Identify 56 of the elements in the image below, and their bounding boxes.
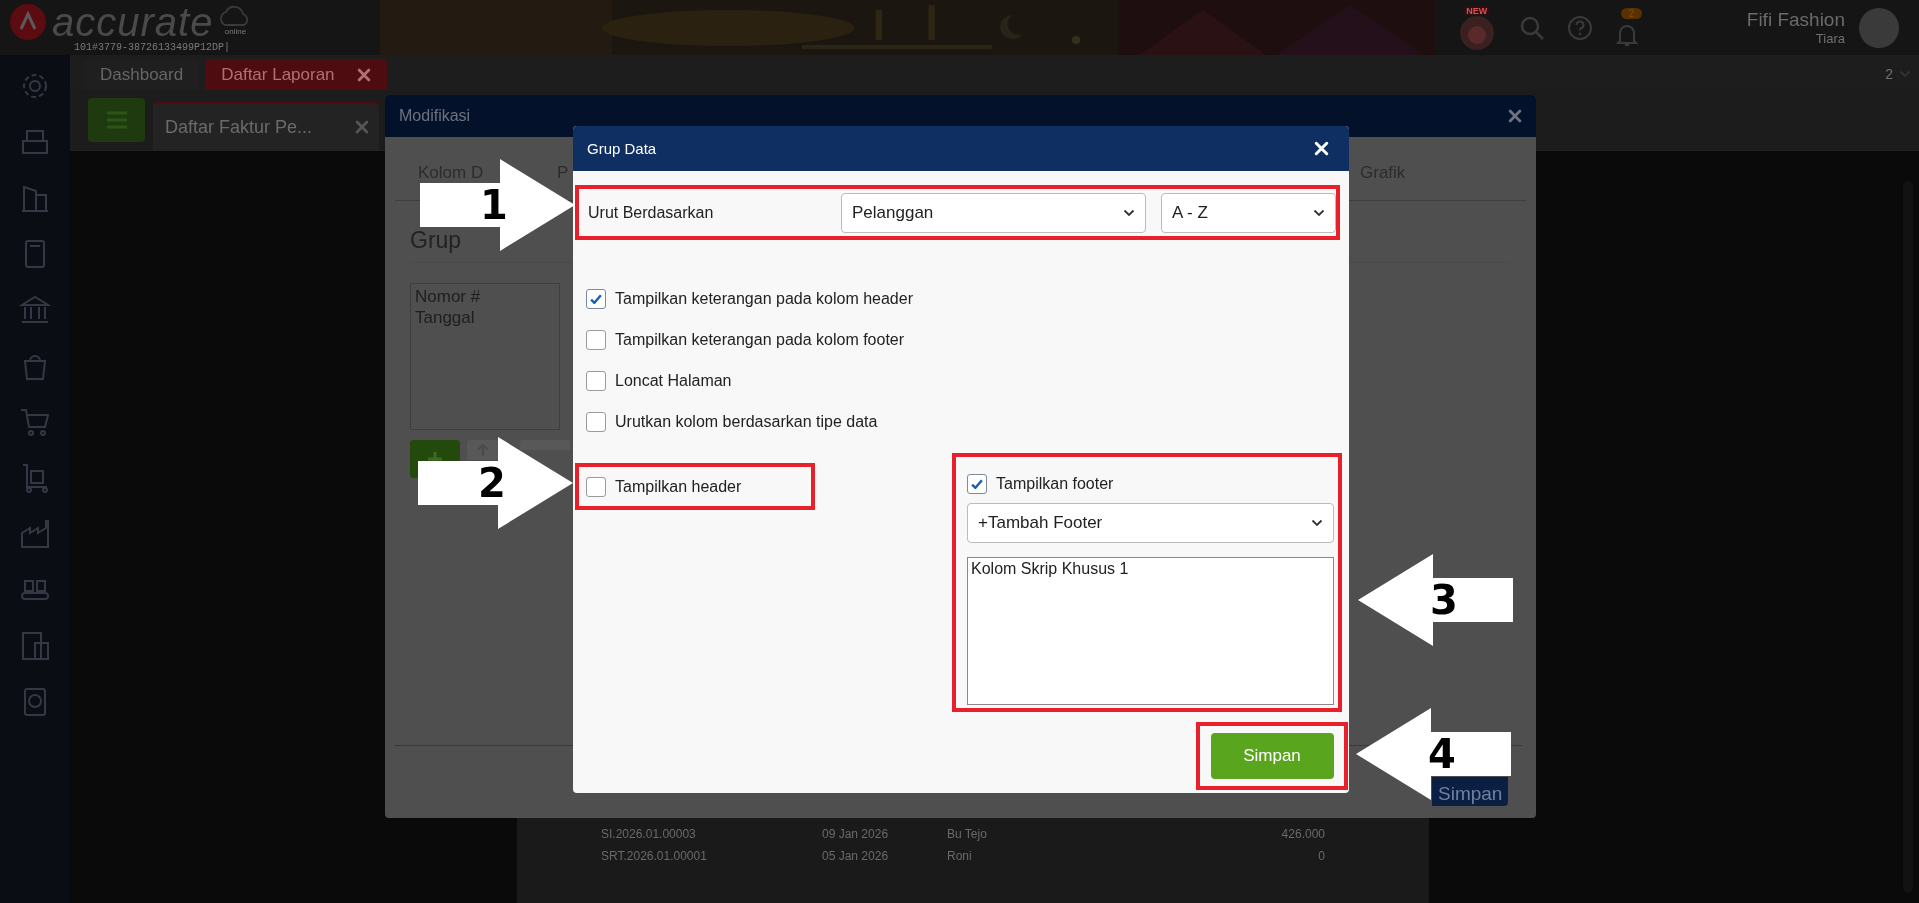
checkbox-label: Tampilkan keterangan pada kolom footer — [615, 330, 905, 349]
avatar[interactable] — [1859, 7, 1899, 48]
callout-number: 2 — [478, 461, 506, 505]
company-name: Fifi Fashion — [1746, 9, 1845, 31]
move-button[interactable] — [467, 440, 498, 460]
checkbox[interactable] — [586, 370, 606, 391]
logo-icon[interactable] — [8, 2, 48, 42]
user-name: Tiara — [1815, 31, 1845, 46]
caret-icon — [1123, 208, 1135, 217]
table-cell-text: SI.2026.01.00003 — [601, 827, 697, 841]
caret-icon — [1311, 519, 1323, 527]
checkbox[interactable] — [586, 288, 606, 309]
list-item[interactable]: Kolom Skrip Khusus 1 — [971, 560, 1330, 578]
callout-number: 4 — [1428, 732, 1456, 776]
table-cell-text: Bu Tejo — [947, 827, 988, 841]
checkbox-label: Tampilkan keterangan pada kolom header — [615, 289, 913, 308]
table-cell-text: 09 Jan 2026 — [822, 827, 890, 841]
tab[interactable]: Daftar Laporan — [205, 59, 387, 90]
checkbox[interactable] — [586, 411, 606, 432]
callout-number: 1 — [480, 183, 508, 227]
table-cell-text: SRT.2026.01.00001 — [601, 849, 708, 863]
checkbox-label: Tampilkan header — [615, 477, 742, 496]
save-button[interactable]: Simpan — [1432, 777, 1508, 806]
add-footer-dropdown[interactable]: +Tambah Footer — [967, 503, 1334, 543]
logo-tagline: online — [224, 26, 247, 36]
checkbox-label: Loncat Halaman — [615, 371, 732, 390]
remove-button[interactable] — [520, 440, 570, 450]
table-cell-text: 426.000 — [1280, 827, 1325, 841]
dialog-title-bar: Grup Data — [573, 126, 1349, 171]
list-icon — [104, 110, 129, 130]
field-label: Urut Berdasarkan — [588, 203, 715, 222]
check-icon — [971, 479, 983, 489]
checkbox[interactable] — [586, 329, 606, 350]
footer-list-box[interactable]: Kolom Skrip Khusus 1 — [967, 557, 1334, 705]
table-cell-text: 05 Jan 2026 — [822, 849, 890, 863]
table-cell-text: Roni — [947, 849, 973, 863]
caret-icon — [1313, 208, 1325, 217]
checkbox-label: Tampilkan footer — [996, 475, 1114, 493]
save-button[interactable]: Simpan — [1210, 733, 1334, 779]
page-number: 2 — [1885, 66, 1893, 82]
new-label: NEW — [1464, 5, 1490, 16]
search-icon[interactable] — [1518, 14, 1545, 41]
checkbox[interactable] — [586, 476, 606, 497]
menu-button[interactable] — [88, 98, 145, 142]
checkbox[interactable] — [967, 474, 987, 494]
callout-number: 3 — [1430, 578, 1458, 622]
checkbox-label: Urutkan kolom berdasarkan tipe data — [615, 412, 878, 431]
report-tab[interactable]: Daftar Faktur Pe... — [153, 102, 379, 150]
factory-icon[interactable] — [18, 517, 52, 551]
check-icon — [590, 293, 602, 304]
sort-field-dropdown[interactable]: Pelanggan — [841, 192, 1146, 233]
sort-order-dropdown[interactable]: A - Z — [1161, 192, 1336, 233]
mascot-icon[interactable] — [1459, 15, 1494, 50]
account-id: 101#3779-38726133499P12DP| — [74, 42, 232, 53]
help-icon[interactable] — [1566, 14, 1593, 41]
table-cell-text: 0 — [1317, 849, 1325, 863]
